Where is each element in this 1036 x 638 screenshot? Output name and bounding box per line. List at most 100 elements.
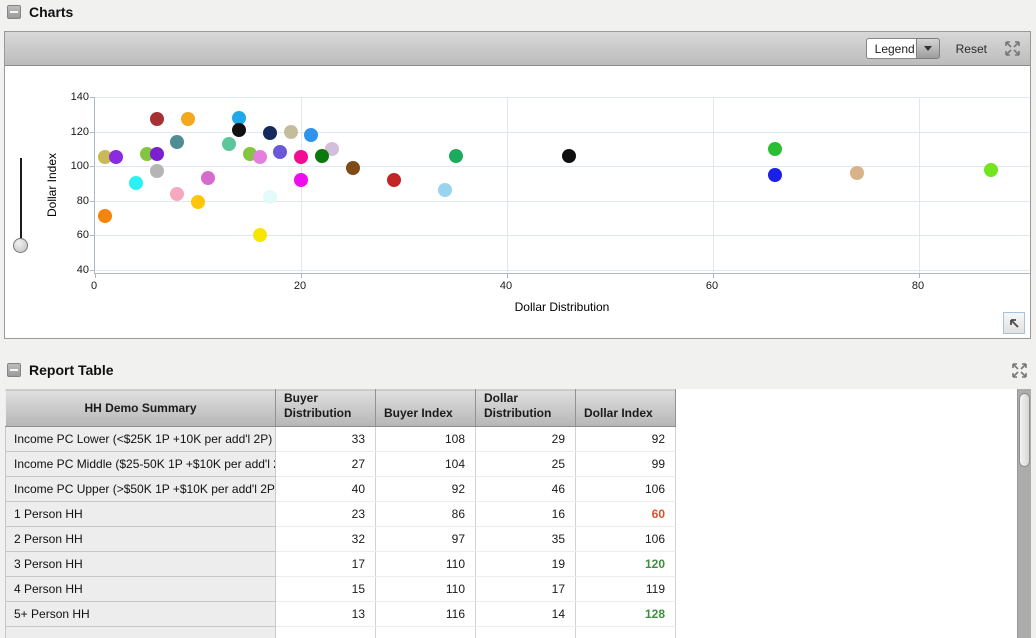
value-cell: 116	[376, 602, 476, 627]
filler-cell	[676, 502, 1018, 527]
scatter-point[interactable]	[253, 150, 267, 164]
table-header-row: HH Demo Summary Buyer Distribution Buyer…	[6, 390, 1018, 427]
scatter-point[interactable]	[191, 195, 205, 209]
scatter-point[interactable]	[170, 135, 184, 149]
report-section-header: Report Table	[7, 362, 114, 378]
column-header-buyer-distribution[interactable]: Buyer Distribution	[276, 390, 376, 427]
table-maximize-icon[interactable]	[1010, 361, 1029, 380]
value-cell: 110	[376, 552, 476, 577]
filler-cell	[676, 452, 1018, 477]
chart-maximize-icon[interactable]	[1003, 39, 1022, 58]
scatter-point[interactable]	[768, 142, 782, 156]
scatter-point[interactable]	[232, 123, 246, 137]
filler-cell	[676, 552, 1018, 577]
value-cell: 110	[376, 577, 476, 602]
table-scrollbar[interactable]	[1017, 389, 1031, 638]
scatter-point[interactable]	[253, 228, 267, 242]
value-cell: 86	[376, 502, 476, 527]
gridline	[95, 270, 1030, 271]
scatter-point[interactable]	[170, 187, 184, 201]
scatter-point[interactable]	[98, 209, 112, 223]
scatter-point[interactable]	[129, 176, 143, 190]
restore-chart-button[interactable]	[1003, 312, 1025, 334]
row-header-cell[interactable]: 5+ Person HH	[6, 602, 276, 627]
collapse-icon[interactable]	[7, 363, 21, 377]
scatter-point[interactable]	[346, 161, 360, 175]
column-header-dollar-distribution[interactable]: Dollar Distribution	[476, 390, 576, 427]
reset-button[interactable]: Reset	[956, 42, 987, 56]
y-tick-label: 60	[57, 229, 89, 241]
scatter-point[interactable]	[222, 137, 236, 151]
scatter-point[interactable]	[294, 173, 308, 187]
row-header-cell[interactable]: Income PC Lower (<$25K 1P +10K per add'l…	[6, 427, 276, 452]
scatter-point[interactable]	[768, 168, 782, 182]
value-cell: 33	[276, 427, 376, 452]
axis-tick	[90, 270, 94, 271]
scatter-point[interactable]	[201, 171, 215, 185]
table-scrollbar-thumb[interactable]	[1019, 393, 1030, 467]
y-tick-label: 40	[57, 264, 89, 276]
x-tick-label: 0	[81, 280, 107, 292]
scatter-point[interactable]	[284, 125, 298, 139]
column-header-dollar-index[interactable]: Dollar Index	[576, 390, 676, 427]
report-table-container: HH Demo Summary Buyer Distribution Buyer…	[5, 389, 1031, 638]
collapse-icon[interactable]	[7, 5, 21, 19]
row-header-cell[interactable]: 1 Person HH	[6, 502, 276, 527]
value-cell: 40	[276, 477, 376, 502]
gridline	[95, 201, 1030, 202]
gridline	[919, 97, 920, 273]
table-row: Income PC Middle ($25-50K 1P +$10K per a…	[6, 452, 1018, 477]
value-cell: 27	[276, 452, 376, 477]
axis-tick	[301, 274, 302, 278]
scatter-point[interactable]	[387, 173, 401, 187]
scatter-point[interactable]	[263, 190, 277, 204]
scatter-point[interactable]	[181, 112, 195, 126]
value-cell	[576, 627, 676, 638]
legend-dropdown-button[interactable]	[916, 38, 940, 59]
scatter-point[interactable]	[109, 150, 123, 164]
value-cell: 99	[576, 452, 676, 477]
row-header-cell[interactable]: Income PC Middle ($25-50K 1P +$10K per a…	[6, 452, 276, 477]
value-cell	[276, 627, 376, 638]
column-header-filler	[676, 390, 1018, 427]
column-header-hh-demo-summary[interactable]: HH Demo Summary	[6, 390, 276, 427]
charts-section-header: Charts	[7, 4, 73, 20]
scatter-point[interactable]	[984, 163, 998, 177]
legend-dropdown[interactable]: Legend	[866, 38, 940, 59]
report-table: HH Demo Summary Buyer Distribution Buyer…	[5, 389, 1018, 638]
scatter-point[interactable]	[263, 126, 277, 140]
value-cell	[376, 627, 476, 638]
filler-cell	[676, 602, 1018, 627]
value-cell: 119	[576, 577, 676, 602]
y-tick-label: 120	[57, 126, 89, 138]
scatter-point[interactable]	[304, 128, 318, 142]
x-tick-label: 40	[493, 280, 519, 292]
chart-toolbar: Legend Reset	[5, 32, 1030, 66]
y-tick-label: 100	[57, 160, 89, 172]
gridline	[507, 97, 508, 273]
legend-dropdown-value[interactable]: Legend	[866, 38, 916, 59]
value-cell: 32	[276, 527, 376, 552]
scatter-point[interactable]	[273, 145, 287, 159]
scatter-point[interactable]	[850, 166, 864, 180]
row-header-cell[interactable]: 2 Person HH	[6, 527, 276, 552]
row-header-cell[interactable]: Income PC Upper (>$50K 1P +$10K per add'…	[6, 477, 276, 502]
scatter-point[interactable]	[562, 149, 576, 163]
scatter-point[interactable]	[150, 164, 164, 178]
row-header-cell[interactable]: 3 Person HH	[6, 552, 276, 577]
filler-cell	[676, 527, 1018, 552]
column-header-buyer-index[interactable]: Buyer Index	[376, 390, 476, 427]
row-header-cell[interactable]: 4 Person HH	[6, 577, 276, 602]
scatter-point[interactable]	[315, 149, 329, 163]
y-axis-slider-handle[interactable]	[13, 238, 28, 253]
scatter-point[interactable]	[150, 147, 164, 161]
axis-tick	[90, 97, 94, 98]
plot-area	[94, 97, 1030, 274]
scatter-point[interactable]	[438, 183, 452, 197]
scatter-point[interactable]	[449, 149, 463, 163]
scatter-point[interactable]	[294, 150, 308, 164]
value-cell: 17	[476, 577, 576, 602]
gridline	[713, 97, 714, 273]
value-cell: 108	[376, 427, 476, 452]
scatter-point[interactable]	[150, 112, 164, 126]
